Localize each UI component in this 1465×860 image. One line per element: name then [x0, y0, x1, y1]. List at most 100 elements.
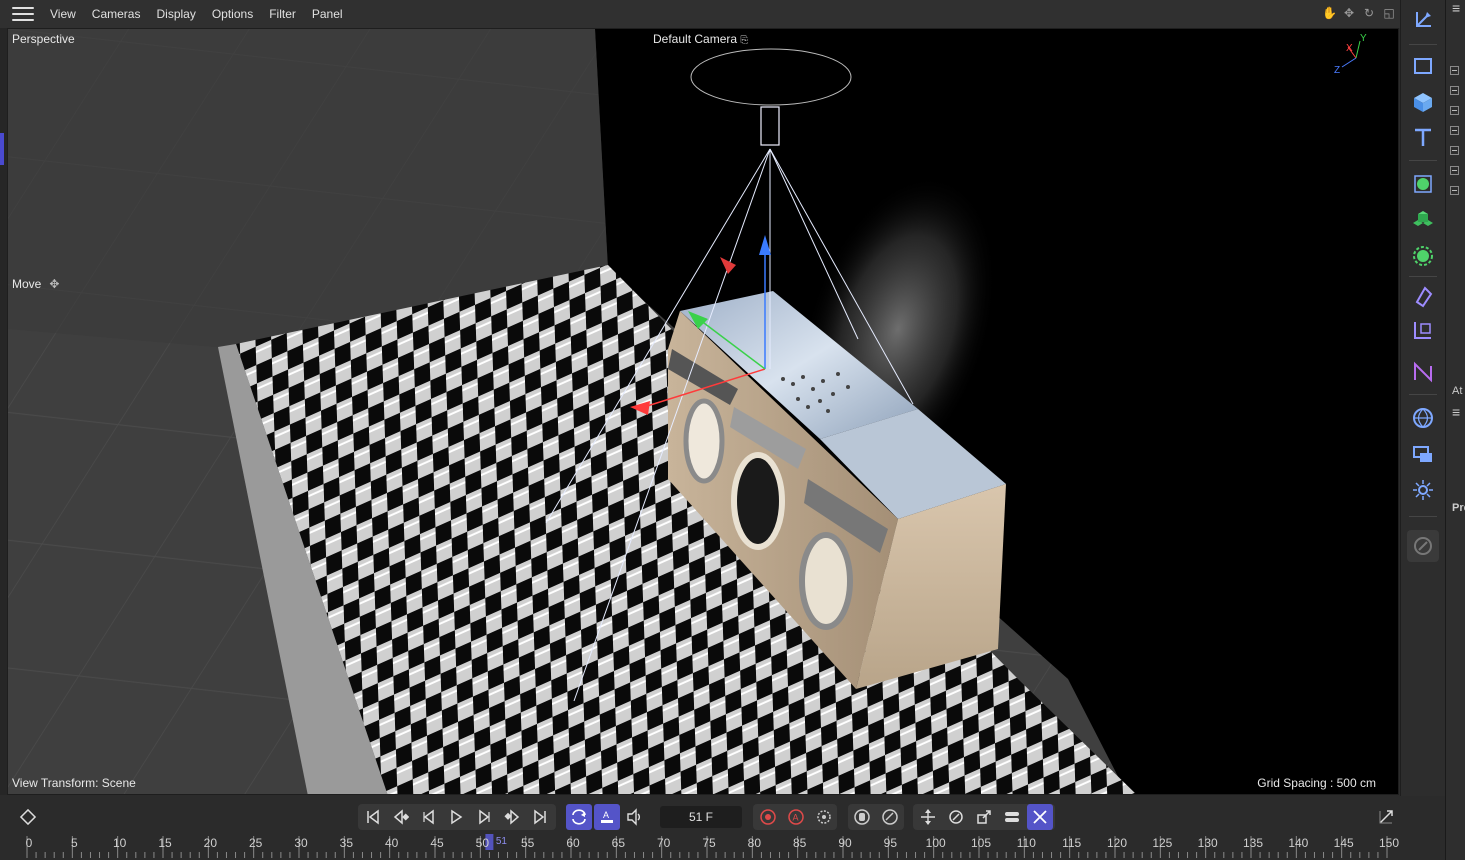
svg-text:Y: Y — [1360, 33, 1367, 44]
ruler-tick-label: 105 — [970, 836, 992, 850]
tree-expander[interactable] — [1450, 86, 1459, 95]
ruler-tick-label: 150 — [1378, 836, 1400, 850]
environment-icon[interactable] — [1407, 402, 1439, 434]
panel-menu-icon[interactable]: ≡ — [1452, 0, 1460, 16]
tree-expander[interactable] — [1450, 126, 1459, 135]
subdivision-icon[interactable] — [1407, 168, 1439, 200]
parameter-key-icon[interactable] — [999, 804, 1025, 830]
left-edge-strip — [0, 28, 7, 795]
ruler-tick-label: 95 — [883, 836, 898, 850]
ruler-tick-label: 85 — [792, 836, 807, 850]
render-region-icon[interactable] — [1407, 438, 1439, 470]
ruler-tick-label: 15 — [158, 836, 172, 850]
tree-expander[interactable] — [1450, 66, 1459, 75]
ruler-tick-label: 25 — [248, 836, 263, 850]
camera-lock-icon: ⎘ — [740, 35, 749, 46]
grid-spacing-label: Grid Spacing : 500 cm — [1257, 776, 1376, 790]
project-tab[interactable]: Pro — [1452, 502, 1465, 514]
svg-text:X: X — [1346, 43, 1353, 54]
camera-view-icon[interactable] — [1407, 314, 1439, 346]
attributes-tab[interactable]: At — [1452, 385, 1462, 397]
spline-pen-icon[interactable] — [1407, 356, 1439, 388]
ruler-tick-label: 50 — [475, 836, 490, 850]
viewport-name[interactable]: Perspective — [12, 32, 75, 46]
ruler-tick-label: 10 — [112, 836, 127, 850]
ruler-tick-label: 125 — [1152, 836, 1173, 850]
palette-divider — [1409, 44, 1437, 45]
cloner-icon[interactable] — [1407, 204, 1439, 236]
ruler-tick-label: 130 — [1197, 836, 1218, 850]
tree-expander[interactable] — [1450, 106, 1459, 115]
menu-panel[interactable]: Panel — [304, 7, 351, 21]
play-icon[interactable] — [443, 804, 469, 830]
attributes-menu-icon[interactable]: ≡ — [1452, 404, 1460, 420]
tree-expander[interactable] — [1450, 186, 1459, 195]
cinema4d-window: View Cameras Display Options Filter Pane… — [0, 0, 1465, 860]
ruler-tick-label: 100 — [925, 836, 946, 850]
orbit-icon[interactable]: ↻ — [1362, 6, 1376, 20]
motion-record-icon[interactable] — [849, 804, 875, 830]
ruler-tick-label: 90 — [838, 836, 852, 850]
ruler-tick-label: 140 — [1288, 836, 1309, 850]
edit-render-icon[interactable] — [1407, 530, 1439, 562]
keyframe-diamond-icon[interactable] — [15, 804, 41, 830]
next-key-icon[interactable] — [499, 804, 525, 830]
autokey-record-icon[interactable]: A — [783, 804, 809, 830]
sound-icon[interactable] — [622, 804, 648, 830]
palette-divider — [1409, 276, 1437, 277]
3d-viewport[interactable]: Y X Z Perspective Default Camera ⎘ Move … — [7, 28, 1399, 795]
move-cross-icon: ✥ — [49, 277, 60, 291]
tree-expander[interactable] — [1450, 146, 1459, 155]
ruler-tick-label: 20 — [203, 836, 218, 850]
go-to-start-icon[interactable] — [360, 804, 386, 830]
ruler-tick-label: 135 — [1242, 836, 1264, 850]
viewport-menubar: View Cameras Display Options Filter Pane… — [0, 0, 1400, 28]
svg-text:A: A — [603, 810, 609, 820]
menu-options[interactable]: Options — [204, 7, 261, 21]
ruler-tick-label: 45 — [430, 836, 444, 850]
maximize-view-icon[interactable]: ◱ — [1382, 6, 1396, 20]
previous-frame-icon[interactable] — [416, 804, 442, 830]
coordinate-system-icon[interactable] — [1407, 4, 1439, 36]
menu-view[interactable]: View — [42, 7, 84, 21]
ruler-tick-label: 30 — [294, 836, 308, 850]
cube-icon[interactable] — [1407, 86, 1439, 118]
scale-key-icon[interactable] — [971, 804, 997, 830]
camera-name: Default Camera — [653, 32, 738, 46]
menu-cameras[interactable]: Cameras — [84, 7, 149, 21]
point-level-key-icon[interactable] — [1027, 804, 1053, 830]
key-settings-icon[interactable] — [811, 804, 837, 830]
ruler-tick-label: 145 — [1333, 836, 1354, 850]
object-manager-edge: ≡ At ≡ Pro — [1445, 0, 1465, 860]
ruler-tick-label: 65 — [611, 836, 626, 850]
pan-hand-icon[interactable]: ✋ — [1322, 6, 1337, 20]
ruler-tick-label: 60 — [566, 836, 580, 850]
ruler-tick-label: 80 — [747, 836, 762, 850]
text-icon[interactable] — [1407, 122, 1439, 154]
position-key-icon[interactable] — [915, 804, 941, 830]
hamburger-menu-icon[interactable] — [12, 7, 34, 21]
tree-expander[interactable] — [1450, 166, 1459, 175]
next-frame-icon[interactable] — [471, 804, 497, 830]
tool-palette — [1400, 0, 1445, 860]
menu-filter[interactable]: Filter — [261, 7, 304, 21]
motion-path-icon[interactable] — [877, 804, 903, 830]
ruler-tick-label: 0 — [25, 836, 33, 850]
frame-ruler[interactable]: 0 5 10 15 20 25 30 35 40 45 50 55 60 65 70 75 80 85 90 95 10… — [0, 834, 1445, 860]
loop-icon[interactable] — [566, 804, 592, 830]
deformer-icon[interactable] — [1407, 240, 1439, 272]
rectangle-select-icon[interactable] — [1407, 50, 1439, 82]
camera-label[interactable]: Default Camera ⎘ — [653, 32, 748, 46]
playback-controls: A 51 F A — [0, 804, 1445, 832]
current-frame-field[interactable]: 51 F — [660, 806, 742, 828]
record-icon[interactable] — [755, 804, 781, 830]
rotation-key-icon[interactable] — [943, 804, 969, 830]
light-icon[interactable] — [1407, 474, 1439, 506]
timeline-expand-icon[interactable] — [1373, 804, 1399, 830]
menu-display[interactable]: Display — [148, 7, 203, 21]
tag-icon[interactable] — [1407, 280, 1439, 312]
dolly-arrows-icon[interactable]: ✥ — [1342, 6, 1356, 20]
auto-keyframe-icon[interactable]: A — [594, 804, 620, 830]
previous-key-icon[interactable] — [388, 804, 414, 830]
go-to-end-icon[interactable] — [527, 804, 553, 830]
